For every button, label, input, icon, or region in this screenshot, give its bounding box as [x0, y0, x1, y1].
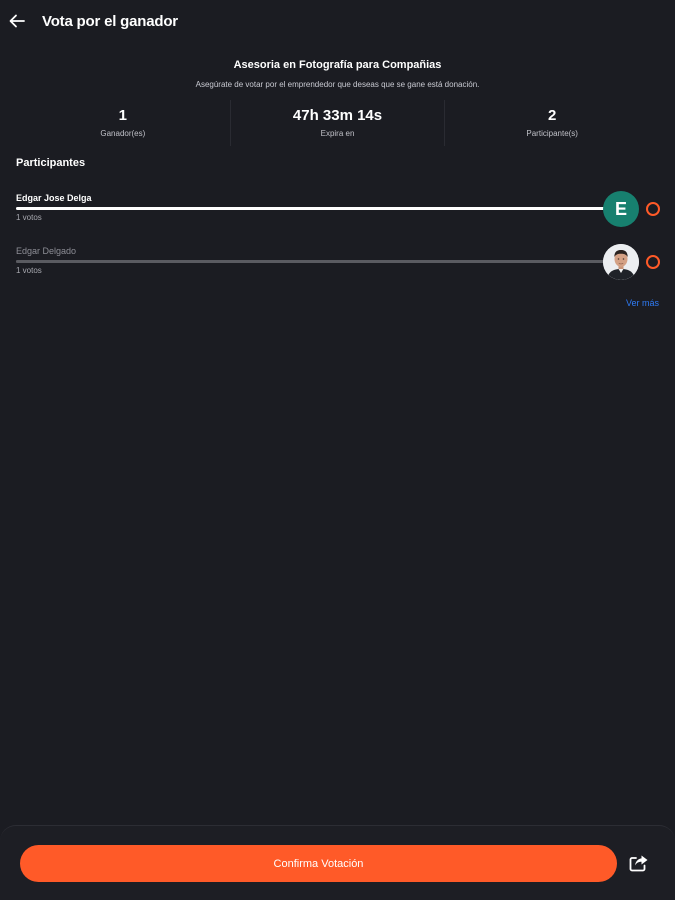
vote-radio[interactable] [646, 202, 660, 216]
top-bar: Vota por el ganador [0, 0, 675, 44]
see-more-link[interactable]: Ver más [626, 298, 659, 308]
participant-item[interactable]: Edgar Delgado 1 votos [16, 244, 661, 286]
vote-radio[interactable] [646, 255, 660, 269]
vote-progress-fill [16, 207, 614, 210]
stat-participants: 2 Participante(s) [444, 100, 659, 146]
stat-label: Ganador(es) [100, 129, 146, 138]
vote-progress-bar [16, 207, 614, 210]
participants-heading: Participantes [16, 157, 86, 169]
vote-progress-fill [16, 260, 614, 263]
avatar-letter: E [614, 198, 627, 219]
stat-winners: 1 Ganador(es) [16, 100, 230, 146]
avatar [603, 244, 639, 280]
avatar: E [603, 191, 639, 227]
campaign-title: Asesoria en Fotografía para Compañias [233, 59, 442, 71]
back-button[interactable] [6, 10, 28, 32]
campaign-subtitle: Asegúrate de votar por el emprendedor qu… [195, 80, 480, 89]
person-photo-icon [603, 244, 639, 280]
participant-name: Edgar Delgado [16, 246, 77, 256]
stat-label: Participante(s) [526, 129, 578, 138]
participant-votes: 1 votos [16, 213, 42, 222]
confirm-vote-button[interactable]: Confirma Votación [20, 845, 617, 882]
vote-screen: Vota por el ganador Asesoria en Fotograf… [0, 0, 675, 900]
share-icon [629, 855, 648, 872]
stat-expires: 47h 33m 14s Expira en [229, 100, 445, 146]
bottom-bar: Confirma Votación [0, 825, 675, 900]
share-button[interactable] [627, 851, 651, 875]
participant-name: Edgar Jose Delga [16, 193, 92, 203]
stat-label: Expira en [320, 129, 355, 138]
participant-votes: 1 votos [16, 266, 42, 275]
vote-progress-bar [16, 260, 614, 263]
stat-value: 47h 33m 14s [292, 107, 383, 124]
stat-value: 1 [118, 107, 127, 124]
participant-item[interactable]: Edgar Jose Delga 1 votos E [16, 191, 661, 233]
stat-value: 2 [548, 107, 557, 124]
arrow-left-icon [9, 14, 25, 28]
page-title: Vota por el ganador [42, 13, 178, 30]
stats-row: 1 Ganador(es) 47h 33m 14s Expira en 2 Pa… [16, 100, 659, 146]
